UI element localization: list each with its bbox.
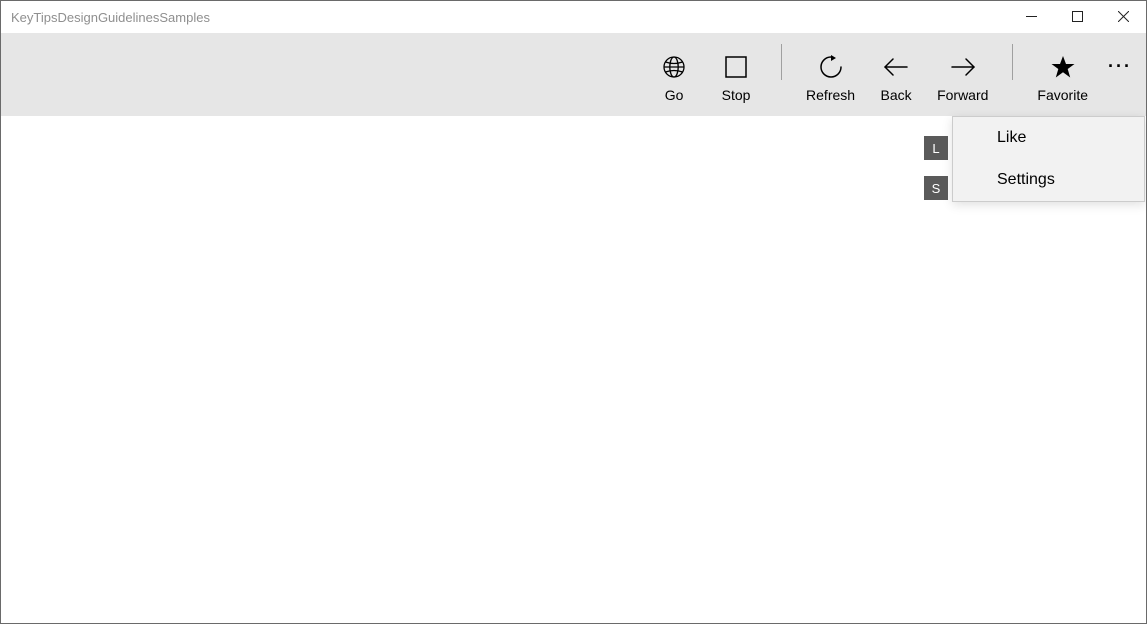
globe-icon — [662, 49, 686, 85]
overflow-item-like[interactable]: Like — [953, 117, 1144, 159]
refresh-icon — [819, 49, 843, 85]
back-label: Back — [881, 87, 912, 103]
forward-label: Forward — [937, 87, 988, 103]
go-label: Go — [665, 87, 684, 103]
app-window: KeyTipsDesignGuidelinesSamples — [0, 0, 1147, 624]
stop-button[interactable]: Stop — [705, 33, 767, 116]
favorite-button[interactable]: Favorite — [1027, 33, 1098, 116]
forward-arrow-icon — [950, 49, 976, 85]
close-icon — [1118, 11, 1129, 22]
maximize-icon — [1072, 11, 1083, 22]
refresh-label: Refresh — [806, 87, 855, 103]
titlebar-title: KeyTipsDesignGuidelinesSamples — [11, 10, 210, 25]
minimize-button[interactable] — [1008, 1, 1054, 31]
stop-label: Stop — [722, 87, 751, 103]
overflow-menu: Like Settings — [952, 116, 1145, 202]
command-bar: Go Stop Refresh — [1, 33, 1146, 116]
more-icon: ··· — [1108, 57, 1132, 75]
back-arrow-icon — [883, 49, 909, 85]
refresh-button[interactable]: Refresh — [796, 33, 865, 116]
keytip-like: L — [924, 136, 948, 160]
back-button[interactable]: Back — [865, 33, 927, 116]
more-button[interactable]: ··· — [1098, 33, 1142, 116]
close-button[interactable] — [1100, 1, 1146, 31]
go-button[interactable]: Go — [643, 33, 705, 116]
overflow-settings-label: Settings — [997, 171, 1055, 189]
titlebar: KeyTipsDesignGuidelinesSamples — [1, 1, 1146, 33]
favorite-label: Favorite — [1037, 87, 1088, 103]
separator — [1012, 44, 1013, 80]
overflow-item-settings[interactable]: Settings — [953, 159, 1144, 201]
maximize-button[interactable] — [1054, 1, 1100, 31]
overflow-like-label: Like — [997, 129, 1026, 147]
titlebar-controls — [1008, 1, 1146, 33]
stop-icon — [725, 49, 747, 85]
star-icon — [1051, 49, 1075, 85]
minimize-icon — [1026, 11, 1037, 22]
separator — [781, 44, 782, 80]
forward-button[interactable]: Forward — [927, 33, 998, 116]
keytip-settings: S — [924, 176, 948, 200]
